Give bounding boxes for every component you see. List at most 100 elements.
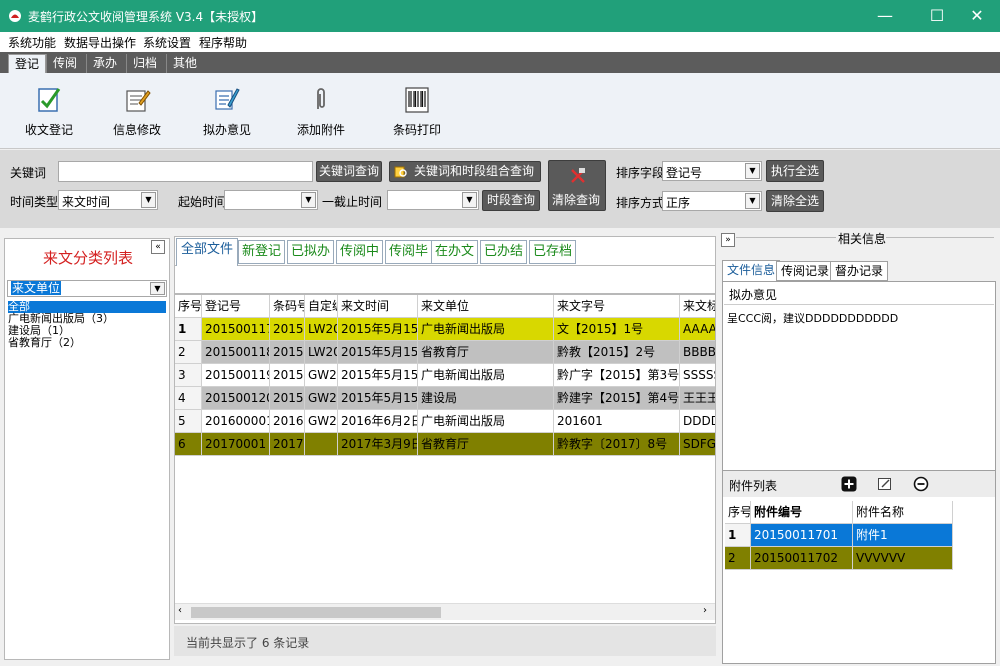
period-search-button[interactable]: 时段查询 xyxy=(482,190,540,211)
end-time-picker[interactable]: ▼ xyxy=(387,190,479,210)
tab-new-registered[interactable]: 新登记 xyxy=(238,240,285,264)
attachment-row[interactable]: 1 20150011701 附件1 xyxy=(725,524,953,547)
combo-search-label: 关键词和时段组合查询 xyxy=(413,164,534,178)
tab-drafted[interactable]: 已拟办 xyxy=(287,240,334,264)
register-doc-button[interactable]: 收文登记 xyxy=(4,79,94,143)
menu-program-help[interactable]: 程序帮助 xyxy=(199,34,247,51)
scroll-right-icon[interactable]: › xyxy=(703,605,707,616)
table-cell: 黔教【2015】2号 xyxy=(554,341,680,364)
table-cell: 201601 xyxy=(554,410,680,433)
tab-all-files[interactable]: 全部文件 xyxy=(176,238,238,267)
scroll-thumb[interactable] xyxy=(191,607,441,618)
tab-archived[interactable]: 已存档 xyxy=(529,240,576,264)
table-cell: 2015年5月15日 xyxy=(338,364,418,387)
sort-field-select[interactable]: 登记号 ▼ xyxy=(662,161,762,181)
tree-item-education-dept[interactable]: 省教育厅（2） xyxy=(8,337,166,349)
attachment-column-header[interactable]: 序号 xyxy=(725,501,751,524)
combo-search-button[interactable]: 关键词和时段组合查询 xyxy=(389,161,541,182)
keyword-search-button[interactable]: 关键词查询 xyxy=(316,161,382,182)
tab-circulating[interactable]: 传阅中 xyxy=(336,240,383,264)
title-bar: 麦鹤行政公文收阅管理系统 V3.4【未授权】 — ☐ ✕ xyxy=(0,0,1000,32)
tab-supervision-record[interactable]: 督办记录 xyxy=(830,261,889,281)
expand-right-button[interactable]: » xyxy=(721,233,735,247)
barcode-print-button[interactable]: 条码打印 xyxy=(372,79,462,143)
menu-data-export[interactable]: 数据导出操作 xyxy=(64,34,136,51)
tab-archive[interactable]: 归档 xyxy=(126,54,163,73)
close-button[interactable]: ✕ xyxy=(954,0,1000,32)
related-info-title: 相关信息 xyxy=(838,232,887,246)
time-type-label: 时间类型 xyxy=(10,195,59,209)
table-row[interactable]: 32015001192015001GW20152015年5月15日广电新闻出版局… xyxy=(175,364,715,387)
column-header[interactable]: 条码号 xyxy=(270,295,305,318)
keyword-input[interactable] xyxy=(58,161,313,182)
category-filter-select[interactable]: 来文单位 ▼ xyxy=(7,280,167,297)
table-cell: 2015001 xyxy=(270,341,305,364)
table-cell: 黔教字〔2017〕8号 xyxy=(554,433,680,456)
table-cell: 2016年6月2日 xyxy=(338,410,418,433)
sort-order-select[interactable]: 正序 ▼ xyxy=(662,191,762,211)
column-header[interactable]: 登记号 xyxy=(202,295,270,318)
opinion-divider xyxy=(724,304,994,305)
chevron-down-icon: ▼ xyxy=(150,282,165,295)
horizontal-scrollbar[interactable]: ‹ › xyxy=(175,603,715,620)
tab-register[interactable]: 登记 xyxy=(8,54,47,73)
add-attachment-button[interactable]: 添加附件 xyxy=(276,79,366,143)
column-header[interactable]: 自定编号 xyxy=(305,295,338,318)
tab-other[interactable]: 其他 xyxy=(166,54,203,73)
attachment-column-header[interactable]: 附件编号 xyxy=(751,501,853,524)
edit-info-icon xyxy=(126,90,151,112)
remove-attachment-icon[interactable] xyxy=(913,476,929,492)
chevron-down-icon: ▼ xyxy=(301,192,316,208)
column-header[interactable]: 来文单位 xyxy=(418,295,554,318)
tab-circulate[interactable]: 传阅 xyxy=(46,54,83,73)
tab-circulated[interactable]: 传阅毕 xyxy=(385,240,432,264)
select-all-button[interactable]: 执行全选 xyxy=(766,160,824,182)
table-cell: SSSSS xyxy=(680,364,715,387)
table-row[interactable]: 52016000012016001GW20162016年6月2日广电新闻出版局2… xyxy=(175,410,715,433)
column-header[interactable]: 来文时间 xyxy=(338,295,418,318)
attachment-column-header[interactable]: 附件名称 xyxy=(853,501,953,524)
table-row[interactable]: 22015001182015001LW20152015年5月15日省教育厅黔教【… xyxy=(175,341,715,364)
opinion-button[interactable]: 拟办意见 xyxy=(182,79,272,143)
table-cell: 2017年3月9日 xyxy=(338,433,418,456)
menu-system-settings[interactable]: 系统设置 xyxy=(143,34,191,51)
document-status-tabs: 全部文件 新登记 已拟办 传阅中 传阅毕 在办文 已办结 已存档 xyxy=(174,236,716,267)
edit-attachment-icon[interactable] xyxy=(877,476,893,492)
chevron-down-icon: ▼ xyxy=(745,193,760,209)
table-row[interactable]: 42015001202015001GW20152015年5月15日建设局黔建字【… xyxy=(175,387,715,410)
tab-file-info[interactable]: 文件信息 xyxy=(722,260,781,282)
scroll-left-icon[interactable]: ‹ xyxy=(178,605,182,616)
barcode-icon xyxy=(405,87,429,113)
edit-info-button[interactable]: 信息修改 xyxy=(92,79,182,143)
tab-in-progress[interactable]: 在办文 xyxy=(431,240,478,264)
column-header[interactable]: 序号 xyxy=(175,295,202,318)
table-row[interactable]: 6201700012017001 2017年3月9日省教育厅黔教字〔2017〕8号… xyxy=(175,433,715,456)
start-time-picker[interactable]: ▼ xyxy=(224,190,318,210)
column-header[interactable]: 来文字号 xyxy=(554,295,680,318)
attachment-row[interactable]: 2 20150011702 VVVVVV xyxy=(725,547,953,570)
minimize-button[interactable]: — xyxy=(862,0,908,32)
search-panel: 关键词 关键词查询 关键词和时段组合查询 清除查询 排序字段 登记号 ▼ 执行全… xyxy=(0,150,1000,228)
barcode-print-label: 条码打印 xyxy=(392,123,441,137)
time-type-select[interactable]: 来文时间 ▼ xyxy=(58,190,158,210)
table-row[interactable]: 12015001172015001LW20152015年5月15日广电新闻出版局… xyxy=(175,318,715,341)
opinion-label: 拟办意见 xyxy=(202,123,251,137)
register-doc-label: 收文登记 xyxy=(24,123,73,137)
column-header[interactable]: 来文标题 xyxy=(680,295,715,318)
chevron-down-icon: ▼ xyxy=(141,192,156,208)
tab-completed[interactable]: 已办结 xyxy=(480,240,527,264)
sort-field-label: 排序字段 xyxy=(616,166,665,180)
tab-undertake[interactable]: 承办 xyxy=(86,54,123,73)
tab-circulation-record[interactable]: 传阅记录 xyxy=(776,261,835,281)
combo-search-icon xyxy=(394,166,407,178)
attachment-cell: 2 xyxy=(725,547,751,570)
status-bar: 当前共显示了 6 条记录 xyxy=(174,626,716,656)
clear-selection-button[interactable]: 清除全选 xyxy=(766,190,824,212)
attachment-table: 序号 附件编号 附件名称 1 20150011701 附件1 2 20150011702 VVV… xyxy=(725,501,995,661)
table-cell: 2016001 xyxy=(270,410,305,433)
menu-system-functions[interactable]: 系统功能 xyxy=(8,34,56,51)
add-attachment-icon[interactable] xyxy=(841,476,857,492)
window-title: 麦鹤行政公文收阅管理系统 V3.4【未授权】 xyxy=(28,10,264,24)
clear-search-button[interactable]: 清除查询 xyxy=(548,160,606,211)
attachment-cell: 附件1 xyxy=(853,524,953,547)
